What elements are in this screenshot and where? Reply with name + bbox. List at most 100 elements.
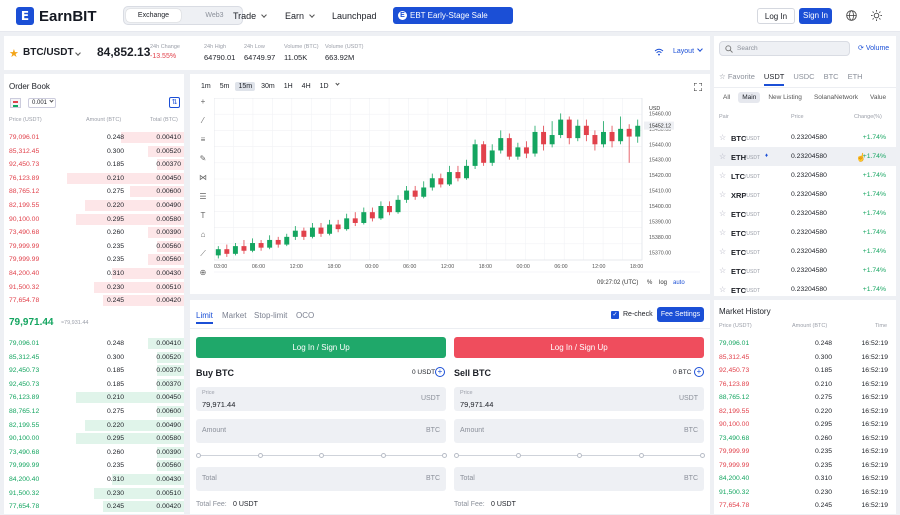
star-outline-icon[interactable]: ☆: [719, 285, 726, 294]
market-row[interactable]: ☆ LTC/USDT 0.23204580 +1.74%: [714, 166, 896, 185]
zoom-tool-icon[interactable]: ⊕: [196, 268, 210, 287]
tab-limit[interactable]: Limit: [196, 311, 213, 320]
star-outline-icon[interactable]: ☆: [719, 133, 726, 142]
login-button[interactable]: Log In: [757, 8, 795, 24]
order-row[interactable]: 82,199.55 0.220 0.00490: [4, 199, 184, 213]
slider-step-dot[interactable]: [454, 453, 459, 458]
star-outline-icon[interactable]: ☆: [719, 171, 726, 180]
tab-stop-limit[interactable]: Stop-limit: [254, 311, 287, 320]
interval-5m[interactable]: 5m: [217, 82, 233, 91]
logo[interactable]: E EarnBIT: [16, 7, 97, 25]
slider-step-dot[interactable]: [700, 453, 705, 458]
fee-settings-button[interactable]: Fee Settings: [657, 307, 704, 322]
text-tool-icon[interactable]: T: [196, 211, 210, 230]
chevron-down-icon[interactable]: [334, 81, 340, 86]
market-row[interactable]: ☆ ETC/USDT 0.23204580 +1.74%: [714, 280, 896, 299]
star-outline-icon[interactable]: ☆: [719, 152, 726, 161]
star-outline-icon[interactable]: ☆: [719, 209, 726, 218]
star-outline-icon[interactable]: ☆: [719, 247, 726, 256]
interval-30m[interactable]: 30m: [258, 82, 278, 91]
order-row[interactable]: 92,450.73 0.185 0.00370: [4, 378, 184, 392]
tab-market[interactable]: Market: [222, 311, 246, 320]
slider-step-dot[interactable]: [577, 453, 582, 458]
market-row[interactable]: ☆ BTC/USDT 0.23204580 +1.74%: [714, 128, 896, 147]
signin-button[interactable]: Sign In: [799, 8, 832, 24]
swap-view-icon[interactable]: ⇅: [169, 97, 180, 108]
ruler-tool-icon[interactable]: ⟋: [196, 249, 210, 268]
interval-1D[interactable]: 1D: [317, 82, 332, 91]
favorite-star-icon[interactable]: ★: [9, 47, 19, 60]
nav-launchpad[interactable]: Launchpad: [332, 11, 377, 21]
market-row[interactable]: ☆ ETC/USDT 0.23204580 +1.74%: [714, 204, 896, 223]
pattern-tool-icon[interactable]: ⋈: [196, 173, 210, 192]
buy-price-input[interactable]: Price 79,971.44 USDT: [196, 387, 446, 411]
order-row[interactable]: 76,123.89 0.210 0.00450: [4, 172, 184, 186]
nav-earn[interactable]: Earn: [285, 11, 315, 21]
slider-step-dot[interactable]: [319, 453, 324, 458]
market-tab-favorite[interactable]: ☆ Favorite: [719, 72, 755, 86]
subtab-main[interactable]: Main: [738, 92, 761, 103]
order-row[interactable]: 79,096.01 0.248 0.00410: [4, 131, 184, 145]
order-row[interactable]: 90,100.00 0.295 0.00580: [4, 432, 184, 446]
subtab-solananetwork[interactable]: SolanaNetwork: [810, 92, 862, 103]
auto-toggle[interactable]: auto: [673, 280, 685, 286]
brush-tool-icon[interactable]: ✎: [196, 154, 210, 173]
percent-toggle[interactable]: %: [647, 280, 653, 286]
interval-15m[interactable]: 15m: [235, 82, 256, 91]
order-row[interactable]: 73,490.68 0.260 0.00390: [4, 446, 184, 460]
order-row[interactable]: 92,450.73 0.185 0.00370: [4, 364, 184, 378]
interval-4H[interactable]: 4H: [299, 82, 314, 91]
slider-step-dot[interactable]: [638, 453, 644, 458]
horizontal-lines-tool-icon[interactable]: ≡: [196, 135, 210, 154]
order-row[interactable]: 91,500.32 0.230 0.00510: [4, 281, 184, 295]
trendline-tool-icon[interactable]: ⁄: [196, 116, 210, 135]
order-row[interactable]: 79,999.99 0.235 0.00560: [4, 459, 184, 473]
slider-step-dot[interactable]: [196, 453, 201, 458]
order-row[interactable]: 91,500.32 0.230 0.00510: [4, 487, 184, 501]
order-row[interactable]: 79,096.01 0.248 0.00410: [4, 337, 184, 351]
market-tab-btc[interactable]: BTC: [824, 72, 839, 86]
exchange-toggle[interactable]: Exchange: [126, 9, 181, 22]
slider-step-dot[interactable]: [257, 453, 263, 458]
market-tab-usdt[interactable]: USDT: [763, 72, 785, 86]
subtab-value[interactable]: Value: [866, 92, 890, 103]
order-row[interactable]: 84,200.40 0.310 0.00430: [4, 267, 184, 281]
ebt-sale-button[interactable]: E EBT Early-Stage Sale: [393, 7, 513, 24]
order-row[interactable]: 90,100.00 0.295 0.00580: [4, 213, 184, 227]
sell-amount-input[interactable]: Amount BTC: [454, 419, 704, 443]
subtab-all[interactable]: All: [719, 92, 734, 103]
crosshair-tool-icon[interactable]: +: [196, 97, 210, 116]
buy-login-button[interactable]: Log In / Sign Up: [196, 337, 446, 358]
chevron-down-icon[interactable]: [75, 50, 81, 56]
interval-1H[interactable]: 1H: [281, 82, 296, 91]
order-row[interactable]: 79,999.99 0.235 0.00560: [4, 253, 184, 267]
market-row[interactable]: ☆ ETC/USDT 0.23204580 +1.74%: [714, 261, 896, 280]
order-row[interactable]: 84,200.40 0.310 0.00430: [4, 473, 184, 487]
market-row[interactable]: ☆ ETC/USDT 0.23204580 +1.74%: [714, 242, 896, 261]
fib-tool-icon[interactable]: ☰: [196, 192, 210, 211]
order-row[interactable]: 88,765.12 0.275 0.00600: [4, 185, 184, 199]
order-row[interactable]: 73,490.68 0.260 0.00390: [4, 226, 184, 240]
precision-select[interactable]: 0.001: [28, 98, 56, 108]
order-row[interactable]: 82,199.55 0.220 0.00490: [4, 419, 184, 433]
fullscreen-icon[interactable]: [694, 83, 702, 91]
market-row[interactable]: ☆ ETC/USDT 0.23204580 +1.74%: [714, 223, 896, 242]
market-row[interactable]: ☆ XRP/USDT 0.23204580 +1.74%: [714, 185, 896, 204]
candlestick-chart[interactable]: USD15460.0015450.0015440.0015430.0015420…: [214, 98, 700, 293]
layout-button[interactable]: Layout: [673, 46, 703, 55]
star-outline-icon[interactable]: ☆: [719, 190, 726, 199]
interval-1m[interactable]: 1m: [198, 82, 214, 91]
order-row[interactable]: 92,450.73 0.185 0.00370: [4, 158, 184, 172]
log-toggle[interactable]: log: [659, 280, 667, 286]
buy-total-input[interactable]: Total BTC: [196, 467, 446, 491]
subtab-new-listing[interactable]: New Listing: [764, 92, 806, 103]
slider-step-dot[interactable]: [442, 453, 447, 458]
buy-amount-input[interactable]: Amount BTC: [196, 419, 446, 443]
globe-icon[interactable]: [846, 10, 857, 21]
order-row[interactable]: 77,654.78 0.245 0.00420: [4, 500, 184, 514]
order-row[interactable]: 79,999.99 0.235 0.00560: [4, 240, 184, 254]
sell-deposit-plus-icon[interactable]: +: [694, 367, 704, 377]
market-tab-eth[interactable]: ETH: [848, 72, 863, 86]
theme-sun-icon[interactable]: [871, 10, 882, 21]
recheck-checkbox[interactable]: ✓: [611, 311, 619, 319]
